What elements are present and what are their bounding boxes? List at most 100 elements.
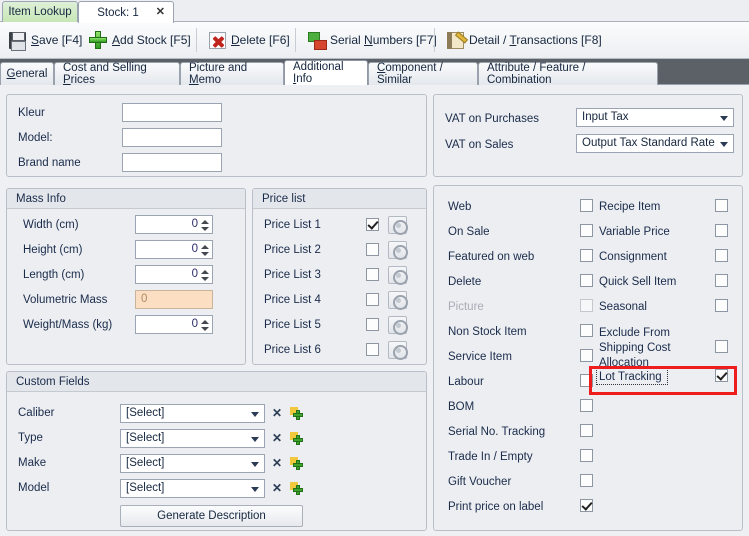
clear-selection-icon[interactable]: ✕: [272, 481, 282, 495]
custom-field-value: [Select]: [126, 457, 165, 469]
kleur-input[interactable]: [122, 103, 222, 122]
width-input[interactable]: 0: [135, 215, 213, 234]
option-label-quick-sell-item: Quick Sell Item: [599, 276, 677, 288]
option-checkbox-non-stock-item[interactable]: [580, 324, 593, 337]
length-value: 0: [191, 268, 198, 280]
custom-field-select[interactable]: [Select]: [120, 429, 265, 448]
tab-additional-info[interactable]: Additional Info: [284, 60, 368, 85]
vat-on-sales-select[interactable]: Output Tax Standard Rate: [576, 134, 734, 153]
tab-attribute-feature-combination[interactable]: Attribute / Feature / Combination: [478, 62, 658, 86]
option-checkbox-labour[interactable]: [580, 374, 593, 387]
vat-on-purchases-select[interactable]: Input Tax: [576, 108, 734, 127]
option-checkbox-bom[interactable]: [580, 399, 593, 412]
custom-field-select[interactable]: [Select]: [120, 404, 265, 423]
vat-group: VAT on Purchases Input Tax VAT on Sales …: [433, 94, 743, 177]
gear-icon[interactable]: [388, 291, 408, 310]
custom-field-select[interactable]: [Select]: [120, 454, 265, 473]
tab-label: Cost and Selling Prices: [63, 62, 147, 86]
price-list-checkbox[interactable]: [366, 243, 379, 256]
option-checkbox-variable-price[interactable]: [715, 224, 728, 237]
clear-selection-icon[interactable]: ✕: [272, 406, 282, 420]
custom-field-label: Type: [18, 432, 43, 444]
gear-icon[interactable]: [388, 216, 408, 235]
option-checkbox-seasonal[interactable]: [715, 299, 728, 312]
weight-mass-stepper[interactable]: [199, 317, 211, 334]
option-label-bom: BOM: [448, 401, 475, 413]
brand-name-input[interactable]: [122, 153, 222, 172]
price-list-label: Price List 2: [264, 244, 321, 256]
save-button[interactable]: Save [F4]: [4, 26, 87, 54]
price-list-checkbox[interactable]: [366, 318, 379, 331]
gear-icon[interactable]: [388, 266, 408, 285]
custom-fields-title: Custom Fields: [7, 372, 426, 392]
gear-icon[interactable]: [388, 341, 408, 360]
length-stepper[interactable]: [199, 267, 211, 284]
price-list-checkbox[interactable]: [366, 343, 379, 356]
brand-name-label: Brand name: [18, 157, 81, 169]
add-new-value-icon[interactable]: [290, 481, 304, 495]
vat-on-purchases-value: Input Tax: [582, 111, 629, 123]
price-list-checkbox[interactable]: [366, 293, 379, 306]
gear-icon[interactable]: [388, 316, 408, 335]
option-checkbox-gift-voucher[interactable]: [580, 474, 593, 487]
option-checkbox-consignment[interactable]: [715, 249, 728, 262]
clear-selection-icon[interactable]: ✕: [272, 456, 282, 470]
custom-field-label: Make: [18, 457, 47, 469]
price-list-label: Price List 4: [264, 294, 321, 306]
option-checkbox-on-sale[interactable]: [580, 224, 593, 237]
option-label-on-sale: On Sale: [448, 226, 490, 238]
option-checkbox-delete[interactable]: [580, 274, 593, 287]
option-checkbox-service-item[interactable]: [580, 349, 593, 362]
add-new-value-icon[interactable]: [290, 456, 304, 470]
tab-cost-and-selling-prices[interactable]: Cost and Selling Prices: [54, 62, 180, 86]
mass-info-title: Mass Info: [7, 189, 245, 209]
window-tab-item-lookup[interactable]: Item Lookup: [2, 1, 78, 22]
width-stepper[interactable]: [199, 217, 211, 234]
chevron-down-icon: [251, 462, 259, 467]
option-label-trade-in-empty: Trade In / Empty: [448, 451, 533, 463]
tab-general[interactable]: General: [0, 62, 54, 85]
chevron-down-icon: [251, 487, 259, 492]
height-input[interactable]: 0: [135, 240, 213, 259]
chevron-down-icon: [720, 142, 728, 147]
detail-transactions-button[interactable]: Detail / Transactions [F8]: [442, 26, 607, 54]
length-input[interactable]: 0: [135, 265, 213, 284]
option-checkbox-trade-in-empty[interactable]: [580, 449, 593, 462]
tab-label: Component / Similar: [377, 62, 443, 86]
option-label-featured-on-web: Featured on web: [448, 251, 535, 263]
option-checkbox-web[interactable]: [580, 199, 593, 212]
close-icon[interactable]: ✕: [156, 6, 165, 18]
option-checkbox-picture[interactable]: [580, 299, 593, 312]
serial-numbers-button[interactable]: Serial Numbers [F7]: [303, 26, 442, 54]
option-checkbox-lot-tracking[interactable]: [715, 369, 728, 382]
price-list-checkbox[interactable]: [366, 268, 379, 281]
add-new-value-icon[interactable]: [290, 406, 304, 420]
price-list-checkbox[interactable]: [366, 218, 379, 231]
gear-icon[interactable]: [388, 241, 408, 260]
price-list-group: Price list Price List 1 Price List 2 Price…: [252, 188, 427, 365]
price-list-label: Price List 6: [264, 344, 321, 356]
add-stock-button[interactable]: Add Stock [F5]: [84, 26, 196, 54]
option-label-service-item: Service Item: [448, 351, 512, 363]
option-checkbox-exclude-from-shipping-cost-allocation[interactable]: [715, 340, 728, 353]
custom-field-select[interactable]: [Select]: [120, 479, 265, 498]
window-tab-stock[interactable]: Stock: 1 ✕: [78, 1, 174, 23]
tab-component-similar[interactable]: Component / Similar: [368, 62, 478, 86]
height-stepper[interactable]: [199, 242, 211, 259]
height-label: Height (cm): [23, 244, 83, 256]
vat-on-sales-label: VAT on Sales: [445, 139, 514, 151]
option-checkbox-serial-no-tracking[interactable]: [580, 424, 593, 437]
width-value: 0: [191, 218, 198, 230]
option-checkbox-quick-sell-item[interactable]: [715, 274, 728, 287]
price-list-title: Price list: [253, 189, 426, 209]
weight-mass-input[interactable]: 0: [135, 315, 213, 334]
add-new-value-icon[interactable]: [290, 431, 304, 445]
generate-description-button[interactable]: Generate Description: [120, 505, 303, 527]
clear-selection-icon[interactable]: ✕: [272, 431, 282, 445]
model-input[interactable]: [122, 128, 222, 147]
option-checkbox-recipe-item[interactable]: [715, 199, 728, 212]
delete-button[interactable]: Delete [F6]: [204, 26, 295, 54]
tab-picture-and-memo[interactable]: Picture and Memo: [180, 62, 284, 86]
option-checkbox-print-price-on-label[interactable]: [580, 499, 593, 512]
option-checkbox-featured-on-web[interactable]: [580, 249, 593, 262]
